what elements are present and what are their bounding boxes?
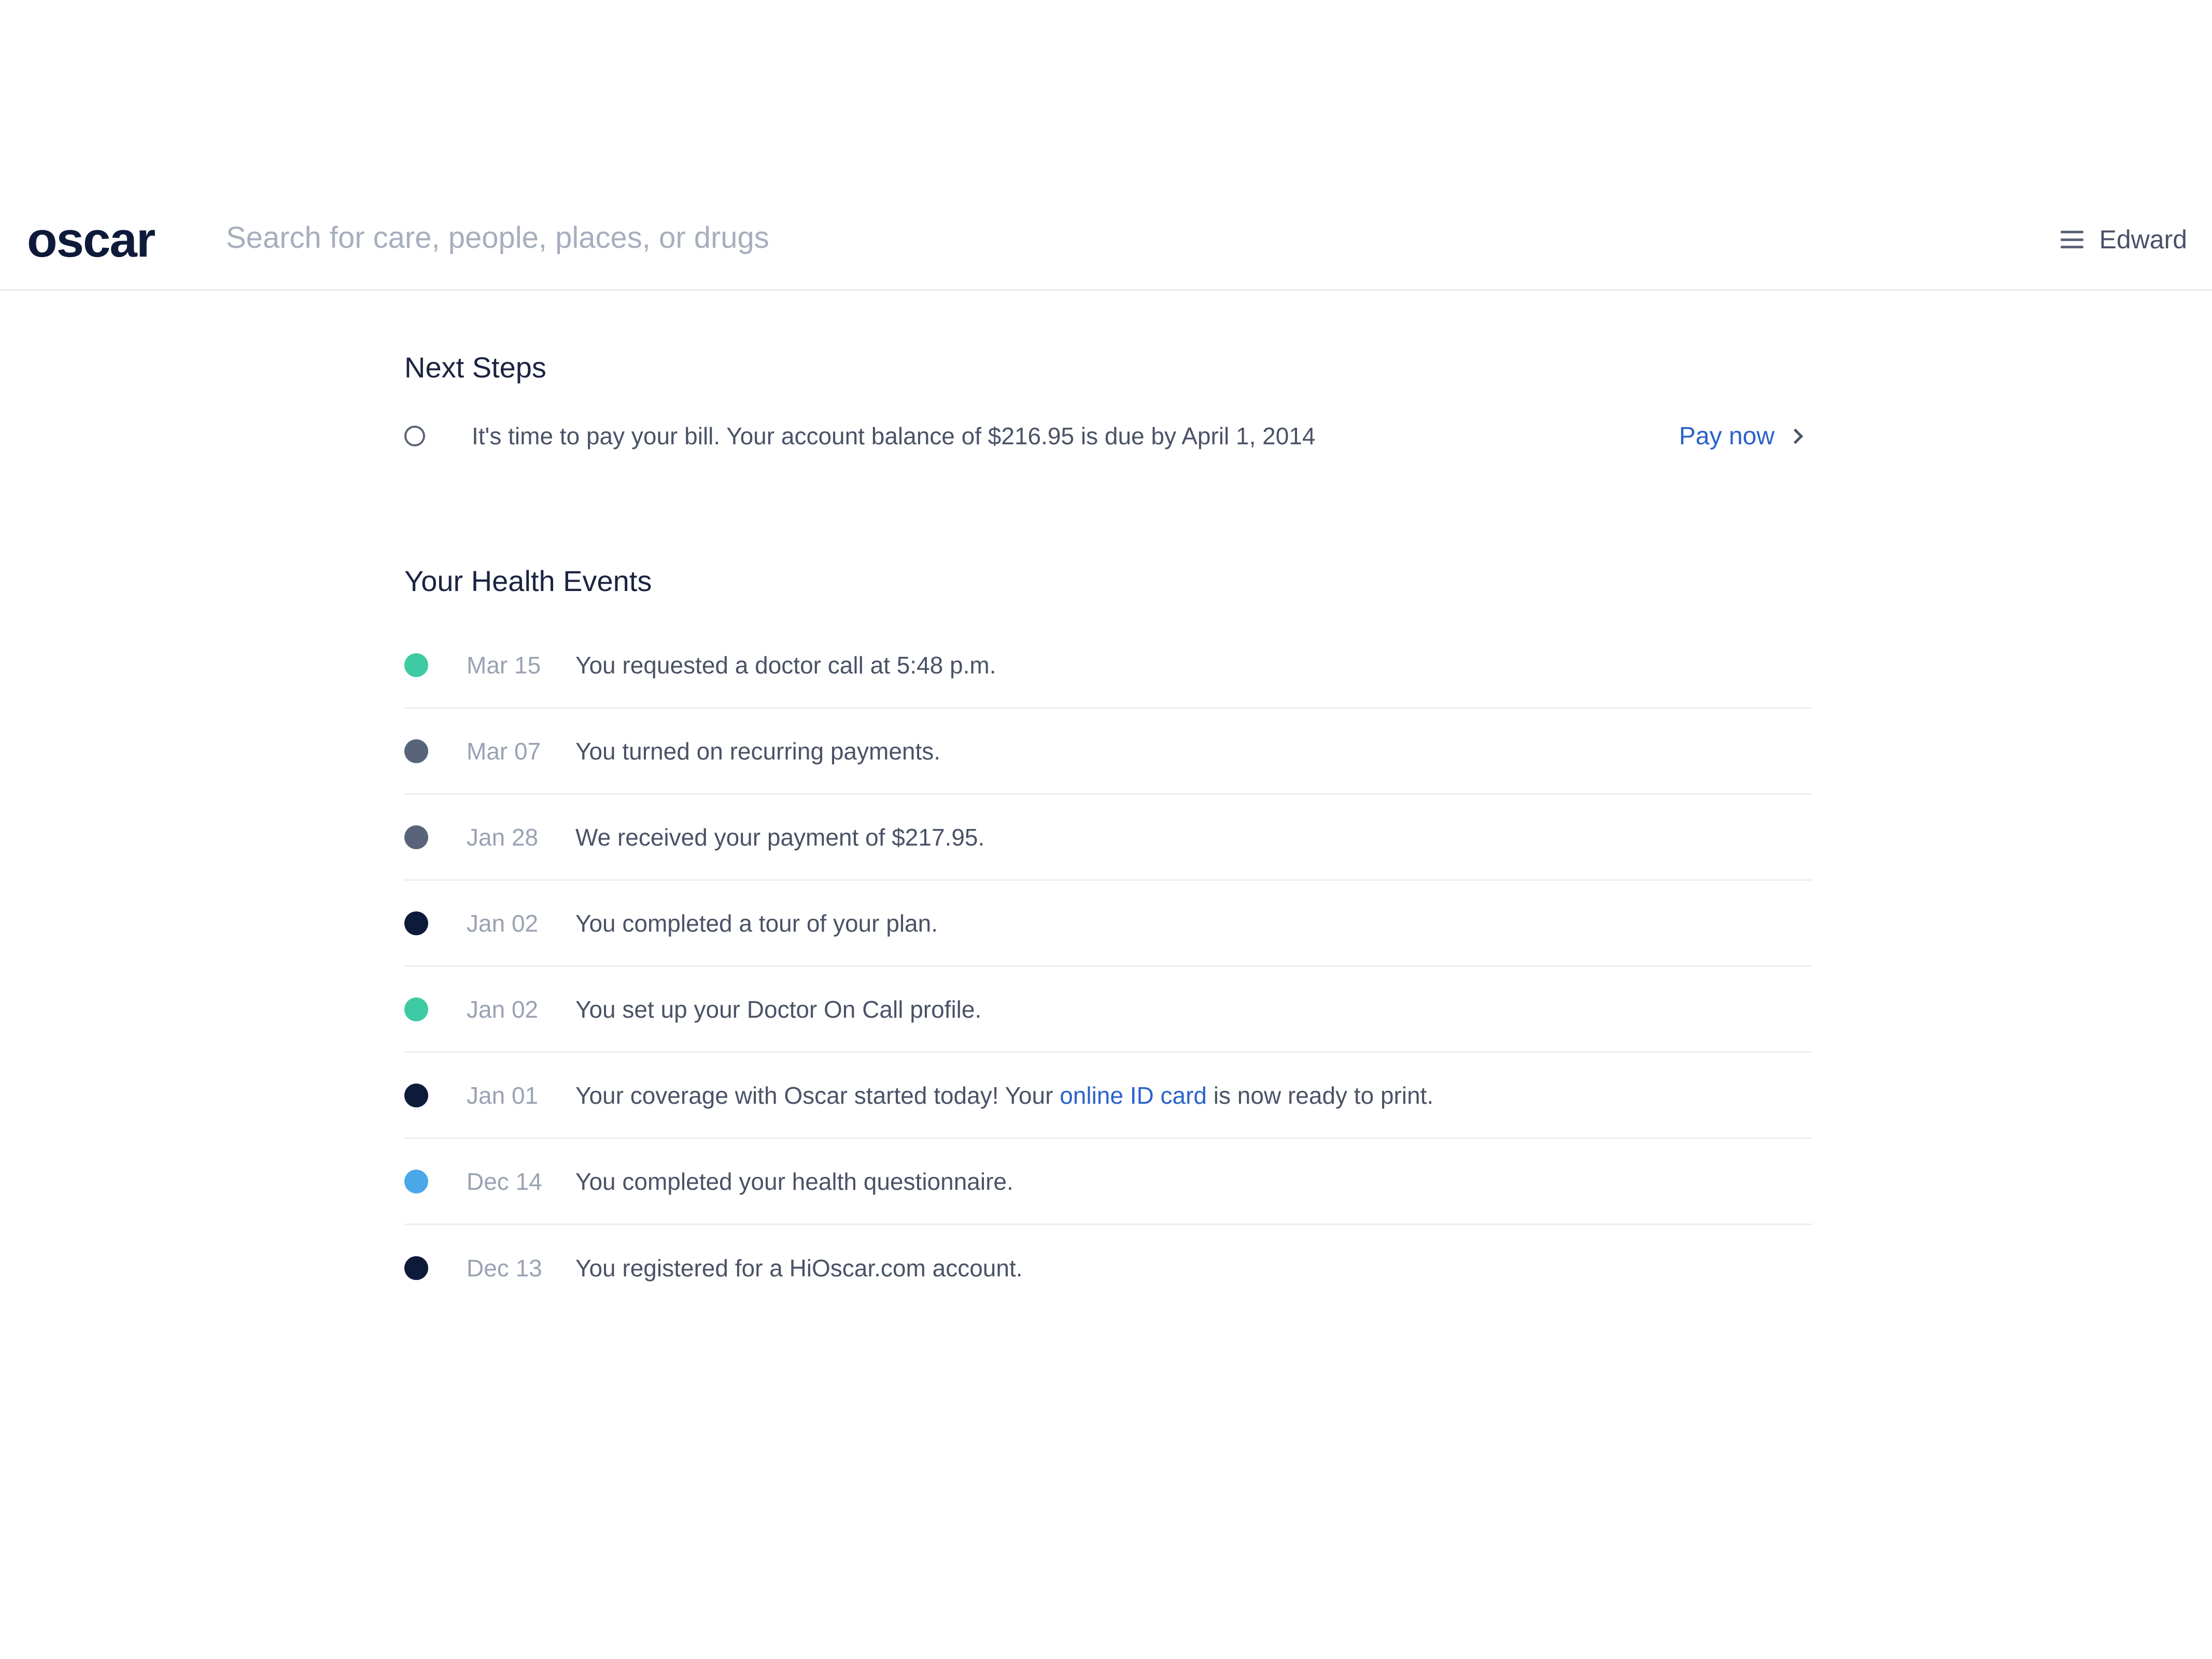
- event-status-dot: [404, 997, 428, 1021]
- health-events-list: Mar 15 You requested a doctor call at 5:…: [404, 623, 1812, 1311]
- event-text-before: Your coverage with Oscar started today! …: [575, 1081, 1060, 1109]
- event-status-dot: [404, 1083, 428, 1107]
- event-text: You requested a doctor call at 5:48 p.m.: [575, 651, 996, 679]
- event-text: You turned on recurring payments.: [575, 737, 941, 765]
- user-name: Edward: [2099, 225, 2187, 254]
- step-checkbox-circle[interactable]: [404, 426, 425, 446]
- event-status-dot: [404, 653, 428, 677]
- health-event-row: Mar 07 You turned on recurring payments.: [404, 709, 1812, 795]
- online-id-card-link[interactable]: online ID card: [1060, 1082, 1207, 1109]
- health-event-row: Dec 13 You registered for a HiOscar.com …: [404, 1225, 1812, 1311]
- next-step-item: It's time to pay your bill. Your account…: [404, 415, 1812, 457]
- health-event-row: Jan 02 You set up your Doctor On Call pr…: [404, 967, 1812, 1053]
- pay-now-link[interactable]: Pay now: [1679, 422, 1804, 451]
- event-text: You set up your Doctor On Call profile.: [575, 995, 982, 1023]
- top-header: oscar Edward: [0, 197, 2212, 291]
- page: oscar Edward Next Steps It's time to pay…: [0, 0, 2212, 1659]
- event-date: Mar 15: [467, 651, 541, 679]
- search-input[interactable]: [226, 212, 1418, 263]
- health-event-row: Jan 28 We received your payment of $217.…: [404, 795, 1812, 881]
- event-text: You registered for a HiOscar.com account…: [575, 1255, 1023, 1282]
- hamburger-menu-icon: [2061, 231, 2084, 248]
- health-events-title: Your Health Events: [404, 565, 652, 597]
- health-event-row: Jan 02 You completed a tour of your plan…: [404, 881, 1812, 967]
- event-date: Mar 07: [467, 737, 541, 765]
- event-date: Jan 01: [467, 1081, 539, 1109]
- chevron-right-icon: [1787, 428, 1804, 444]
- event-date: Dec 13: [467, 1255, 542, 1282]
- event-text: You completed your health questionnaire.: [575, 1168, 1013, 1195]
- event-date: Dec 14: [467, 1168, 542, 1195]
- pay-now-label: Pay now: [1679, 422, 1774, 450]
- health-event-row: Dec 14 You completed your health questio…: [404, 1139, 1812, 1225]
- event-text-after: is now ready to print.: [1207, 1081, 1434, 1109]
- event-date: Jan 02: [467, 995, 539, 1023]
- health-event-row: Mar 15 You requested a doctor call at 5:…: [404, 623, 1812, 709]
- health-event-row: Jan 01 Your coverage with Oscar started …: [404, 1053, 1812, 1139]
- event-date: Jan 02: [467, 909, 539, 937]
- event-text: We received your payment of $217.95.: [575, 823, 985, 851]
- user-menu-button[interactable]: Edward: [2061, 214, 2187, 265]
- event-status-dot: [404, 911, 428, 935]
- event-text: You completed a tour of your plan.: [575, 909, 938, 937]
- event-text: Your coverage with Oscar started today! …: [575, 1081, 1433, 1109]
- oscar-logo[interactable]: oscar: [27, 212, 156, 269]
- event-status-dot: [404, 825, 428, 849]
- next-steps-title: Next Steps: [404, 351, 546, 384]
- step-text: It's time to pay your bill. Your account…: [472, 423, 1316, 449]
- event-status-dot: [404, 1256, 428, 1280]
- event-date: Jan 28: [467, 823, 539, 851]
- event-status-dot: [404, 739, 428, 763]
- event-status-dot: [404, 1169, 428, 1193]
